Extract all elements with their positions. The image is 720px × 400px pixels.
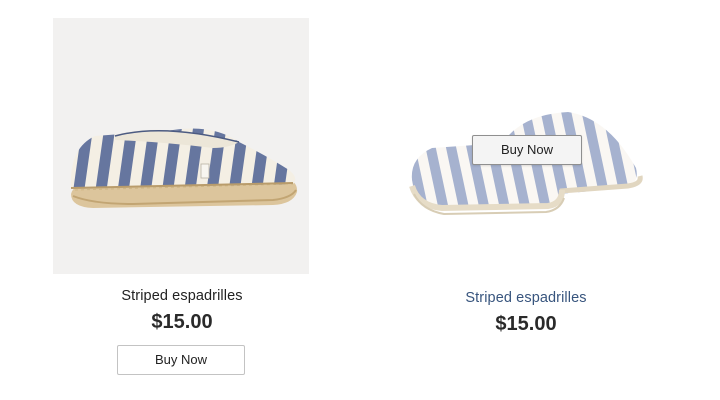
- product-image[interactable]: [53, 18, 309, 274]
- buy-now-button[interactable]: Buy Now: [117, 345, 245, 375]
- product-title[interactable]: Striped espadrilles: [356, 290, 696, 306]
- espadrille-image: [70, 128, 298, 208]
- product-price: $15.00: [151, 311, 213, 333]
- product-card[interactable]: Buy Now Striped espadrilles $15.00: [356, 0, 696, 400]
- product-card[interactable]: Striped espadrilles $15.00 Buy Now: [12, 0, 352, 400]
- product-title[interactable]: Striped espadrilles: [12, 288, 352, 304]
- buy-now-button[interactable]: Buy Now: [472, 135, 582, 165]
- product-price: $15.00: [495, 313, 557, 335]
